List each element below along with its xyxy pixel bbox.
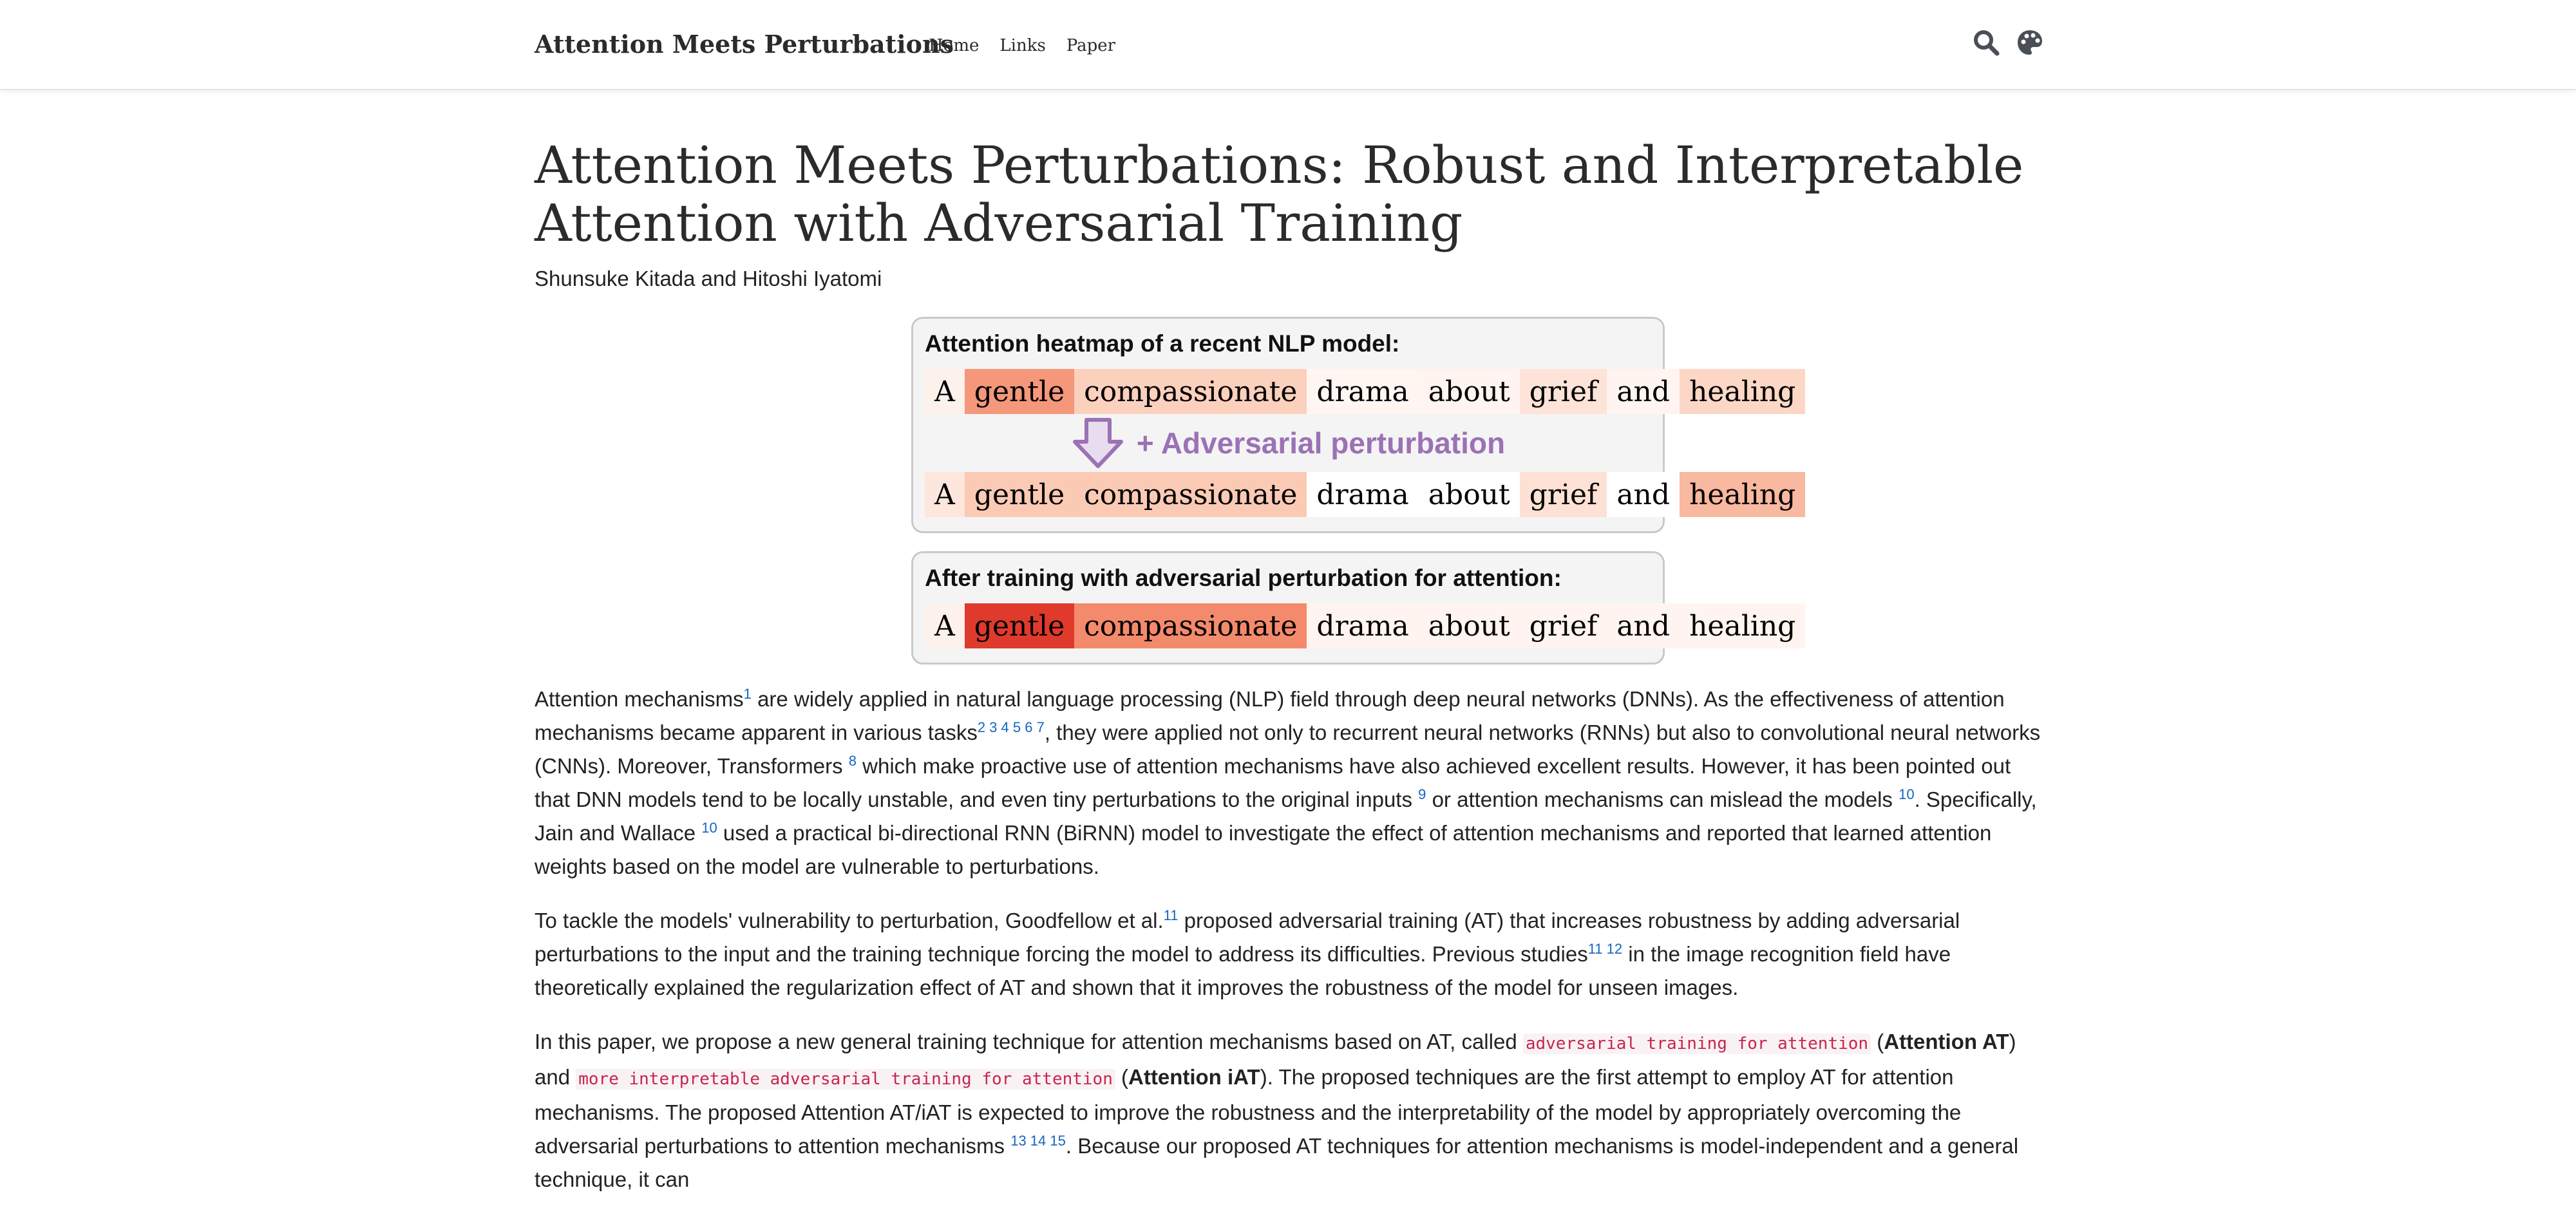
token-row-perturbed: Agentle compassionate drama about grief and he… [925,472,1806,517]
site-brand[interactable]: Attention Meets Perturbations [535,30,954,59]
token-and: and [1607,603,1680,648]
token-drama: drama [1307,369,1419,414]
figure-heading-2: After training with adversarial perturba… [925,565,1562,591]
perturbation-line: + Adversarial perturbation [925,414,1651,472]
text: used a practical bi-directional RNN (BiR… [535,821,1992,878]
authors: Shunsuke Kitada and Hitoshi Iyatomi [535,267,882,290]
token-a: A [925,603,965,648]
code-term: more interpretable adversarial training … [576,1069,1115,1090]
bold-term: Attention AT [1884,1030,2009,1053]
token-compassionate: compassionate [1074,472,1307,517]
citation-link[interactable]: 11 [1164,907,1179,923]
token-grief: grief [1519,603,1607,648]
text: or attention mechanisms can mislead the … [1426,788,1899,811]
citation-link[interactable]: 8 [849,753,857,769]
token-compassionate: compassionate [1074,369,1307,414]
citation-link[interactable]: 13 14 15 [1010,1133,1066,1149]
citation-link[interactable]: 11 12 [1588,941,1622,957]
token-healing: healing [1680,603,1806,648]
paragraph-intro: Attention mechanisms1 are widely applied… [535,683,2041,883]
token-a: A [925,369,965,414]
nav-icons [1972,28,2044,57]
main-content: Attention Meets Perturbations: Robust an… [535,90,2041,1217]
token-gentle: gentle [964,472,1075,517]
token-row-original: Agentle compassionate drama about grief and he… [925,369,1806,414]
citation-link[interactable]: 1 [744,686,752,702]
text: ( [1115,1065,1129,1089]
figure-panel-trained: After training with adversarial perturba… [911,551,1806,665]
down-arrow-icon [1072,418,1123,468]
text: To tackle the models' vulnerability to p… [535,909,1164,932]
token-about: about [1418,472,1520,517]
token-a: A [925,472,965,517]
citation-link[interactable]: 10 [1899,786,1914,802]
token-and: and [1607,472,1680,517]
token-row-trained: Agentle compassionate drama about grief and he… [925,603,1806,648]
citation-link[interactable]: 10 [701,820,717,836]
perturbation-label: + Adversarial perturbation [1136,426,1506,460]
paragraph-adversarial-training: To tackle the models' vulnerability to p… [535,904,2041,1005]
nav-link-paper[interactable]: Paper [1066,36,1115,55]
token-drama: drama [1307,603,1419,648]
token-about: about [1418,603,1520,648]
code-term: adversarial training for attention [1522,1033,1871,1054]
bold-term: Attention iAT [1128,1065,1260,1089]
token-gentle: gentle [964,603,1075,648]
text: ( [1871,1030,1884,1053]
token-and: and [1607,369,1680,414]
token-drama: drama [1307,472,1419,517]
citation-link[interactable]: 2 3 4 5 6 7 [978,719,1045,735]
token-about: about [1418,369,1520,414]
token-healing: healing [1680,472,1806,517]
figure-panel-heatmap: Attention heatmap of a recent NLP model:… [911,317,1806,533]
token-grief: grief [1519,472,1607,517]
nav-link-home[interactable]: Home [929,36,979,55]
search-icon[interactable] [1972,28,2000,57]
figure-heading-1: Attention heatmap of a recent NLP model: [925,330,1400,357]
nav-link-links[interactable]: Links [999,36,1045,55]
text: In this paper, we propose a new general … [535,1030,1523,1053]
text: Attention mechanisms [535,687,744,711]
paragraph-proposal: In this paper, we propose a new general … [535,1025,2041,1196]
token-gentle: gentle [964,369,1075,414]
attention-figure: Attention heatmap of a recent NLP model:… [911,317,1806,665]
top-navbar: Attention Meets Perturbations Home Links… [0,0,2576,90]
token-compassionate: compassionate [1074,603,1307,648]
page-title: Attention Meets Perturbations: Robust an… [535,135,2024,253]
token-healing: healing [1680,369,1806,414]
citation-link[interactable]: 9 [1418,786,1426,802]
palette-icon[interactable] [2016,28,2044,57]
token-grief: grief [1519,369,1607,414]
nav-links: Home Links Paper [929,36,1136,55]
